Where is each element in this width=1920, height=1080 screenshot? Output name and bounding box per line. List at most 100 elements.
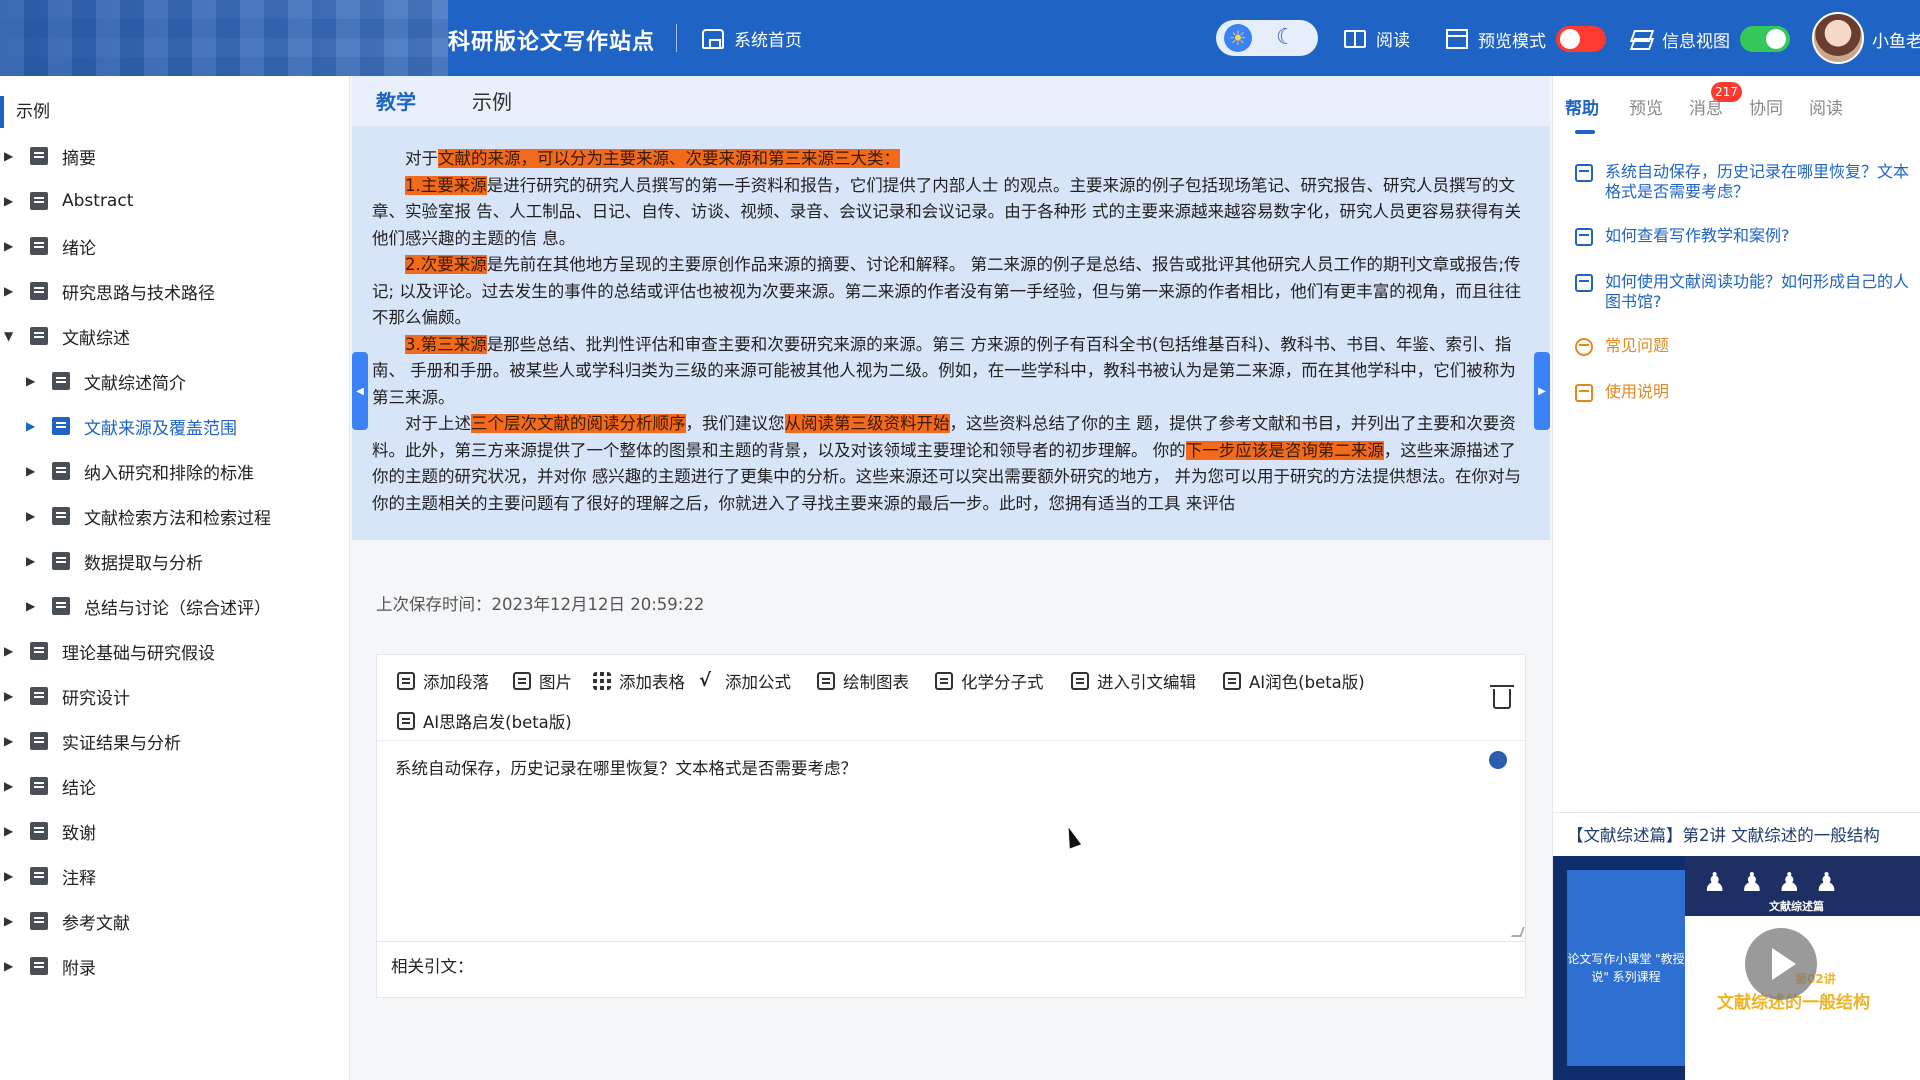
- sidebar-item[interactable]: ▶ 文献来源及覆盖范围: [26, 410, 237, 442]
- tab-teaching[interactable]: 教学: [376, 86, 416, 115]
- caret-right-icon[interactable]: ▶: [26, 599, 38, 613]
- video-player[interactable]: 论文写作小课堂 "教授说" 系列课程 ♟♟♟♟ 文献综述篇 第02讲 文献综述的…: [1553, 856, 1920, 1080]
- caret-right-icon[interactable]: ▶: [4, 734, 16, 748]
- add-paragraph-button[interactable]: 添加段落: [397, 669, 489, 693]
- calendar-icon: [1575, 164, 1593, 182]
- read-label: 阅读: [1376, 31, 1410, 51]
- sidebar-item[interactable]: ▶ 绪论: [4, 230, 96, 262]
- sidebar-item[interactable]: ▶ 附录: [4, 950, 96, 982]
- info-view-control: 信息视图: [1630, 26, 1790, 52]
- caret-right-icon[interactable]: ▶: [26, 419, 38, 433]
- tab-example[interactable]: 示例: [472, 86, 512, 115]
- paragraph: 对于文献的来源，可以分为主要来源、次要来源和第三来源三大类：: [405, 149, 900, 168]
- paragraph: 1.主要来源是进行研究的研究人员撰写的第一手资料和报告，它们提供了内部人士 的观…: [372, 175, 1521, 248]
- document-icon: [30, 192, 48, 210]
- citation-edit-button[interactable]: 进入引文编辑: [1071, 669, 1196, 693]
- citation-icon: [1071, 672, 1089, 690]
- calendar-icon: [1575, 274, 1593, 292]
- home-link[interactable]: 系统首页: [702, 26, 802, 51]
- people-icon: ♟♟♟♟: [1703, 868, 1853, 898]
- sidebar-item-label: 纳入研究和排除的标准: [84, 463, 254, 484]
- sidebar-item[interactable]: ▶ 摘要: [4, 140, 96, 172]
- help-link-reading[interactable]: 如何使用文献阅读功能？如何形成自己的人图书馆?: [1575, 272, 1915, 312]
- editor-textarea[interactable]: 系统自动保存，历史记录在哪里恢复？文本格式是否需要考虑？: [395, 755, 857, 779]
- sidebar-item[interactable]: ▶ 文献检索方法和检索过程: [26, 500, 271, 532]
- sidebar-item[interactable]: ▶ 理论基础与研究假设: [4, 635, 215, 667]
- caret-right-icon[interactable]: ▶: [4, 869, 16, 883]
- help-link-manual[interactable]: 使用说明: [1575, 382, 1669, 402]
- sidebar-item[interactable]: ▼ 文献综述: [4, 320, 130, 352]
- video-thumbnail: ♟♟♟♟ 文献综述篇 第02讲 文献综述的一般结构: [1685, 856, 1920, 1080]
- preview-mode-switch[interactable]: [1556, 26, 1606, 52]
- image-button[interactable]: 图片: [513, 669, 572, 693]
- collapse-right-handle[interactable]: ▶: [1534, 352, 1550, 430]
- user-name[interactable]: 小鱼老: [1872, 27, 1920, 52]
- ai-icon: [397, 712, 415, 730]
- document-icon: [30, 327, 48, 345]
- theme-toggle[interactable]: ☀ ☾: [1216, 20, 1318, 56]
- sidebar-item[interactable]: ▶ 实证结果与分析: [4, 725, 181, 757]
- document-icon: [30, 957, 48, 975]
- ai-inspiration-button[interactable]: AI思路启发(beta版): [397, 709, 572, 733]
- add-table-button[interactable]: 添加表格: [593, 669, 685, 693]
- document-icon: [52, 597, 70, 615]
- caret-right-icon[interactable]: ▶: [4, 149, 16, 163]
- caret-right-icon[interactable]: ▶: [4, 689, 16, 703]
- document-icon: [30, 642, 48, 660]
- tab-collaboration[interactable]: 协同: [1749, 94, 1783, 119]
- video-title: 【文献综述篇】第2讲 文献综述的一般结构: [1567, 826, 1880, 845]
- preview-mode-control: 预览模式: [1446, 26, 1606, 52]
- ai-polish-button[interactable]: AI润色(beta版): [1223, 669, 1365, 693]
- sidebar-item[interactable]: ▶ 总结与讨论（综合述评）: [26, 590, 271, 622]
- sidebar-root[interactable]: 示例: [0, 96, 350, 128]
- sidebar-item[interactable]: ▶ 结论: [4, 770, 96, 802]
- caret-right-icon[interactable]: ▶: [26, 374, 38, 388]
- delete-icon[interactable]: [1490, 685, 1514, 709]
- tab-reading[interactable]: 阅读: [1809, 94, 1843, 119]
- content-tabs: 教学 示例: [352, 76, 1550, 126]
- sidebar-item-label: 附录: [62, 958, 96, 979]
- caret-right-icon[interactable]: ▶: [26, 509, 38, 523]
- draw-chart-button[interactable]: 绘制图表: [817, 669, 909, 693]
- document-icon: [52, 552, 70, 570]
- caret-right-icon[interactable]: ▶: [26, 554, 38, 568]
- document-icon: [30, 867, 48, 885]
- tab-help[interactable]: 帮助: [1565, 94, 1599, 119]
- document-icon: [30, 732, 48, 750]
- logo[interactable]: [0, 0, 448, 76]
- sidebar-item[interactable]: ▶ 纳入研究和排除的标准: [26, 455, 254, 487]
- sidebar-item[interactable]: ▶ 注释: [4, 860, 96, 892]
- sidebar-item[interactable]: ▶ 数据提取与分析: [26, 545, 203, 577]
- help-link-teaching[interactable]: 如何查看写作教学和案例?: [1575, 226, 1915, 246]
- info-view-label: 信息视图: [1662, 31, 1730, 52]
- chemical-formula-button[interactable]: 化学分子式: [935, 669, 1044, 693]
- caret-right-icon[interactable]: ▶: [4, 239, 16, 253]
- caret-down-icon[interactable]: ▼: [4, 329, 16, 343]
- caret-right-icon[interactable]: ▶: [26, 464, 38, 478]
- sidebar-item[interactable]: ▶ 研究思路与技术路径: [4, 275, 215, 307]
- caret-right-icon[interactable]: ▶: [4, 914, 16, 928]
- help-link-autosave[interactable]: 系统自动保存，历史记录在哪里恢复？文本格式是否需要考虑？: [1575, 162, 1915, 202]
- moon-icon: ☾: [1276, 25, 1296, 50]
- caret-right-icon[interactable]: ▶: [4, 824, 16, 838]
- read-button[interactable]: 阅读: [1344, 26, 1410, 51]
- panel-divider: [1553, 812, 1920, 813]
- caret-right-icon[interactable]: ▶: [4, 194, 16, 208]
- caret-right-icon[interactable]: ▶: [4, 779, 16, 793]
- caret-right-icon[interactable]: ▶: [4, 644, 16, 658]
- collapse-left-handle[interactable]: ◀: [352, 352, 368, 430]
- sidebar-item[interactable]: ▶ Abstract: [4, 185, 133, 217]
- add-formula-button[interactable]: √ 添加公式: [699, 669, 791, 693]
- caret-right-icon[interactable]: ▶: [4, 959, 16, 973]
- sidebar-item[interactable]: ▶ 参考文献: [4, 905, 130, 937]
- sidebar-item[interactable]: ▶ 致谢: [4, 815, 96, 847]
- avatar[interactable]: [1812, 12, 1864, 64]
- caret-right-icon[interactable]: ▶: [4, 284, 16, 298]
- sidebar-item[interactable]: ▶ 文献综述简介: [26, 365, 186, 397]
- tab-preview[interactable]: 预览: [1629, 94, 1663, 119]
- info-view-switch[interactable]: [1740, 26, 1790, 52]
- sidebar-item[interactable]: ▶ 研究设计: [4, 680, 130, 712]
- play-icon[interactable]: [1745, 928, 1817, 1000]
- resize-handle[interactable]: [1511, 927, 1525, 937]
- help-link-faq[interactable]: 常见问题: [1575, 336, 1669, 356]
